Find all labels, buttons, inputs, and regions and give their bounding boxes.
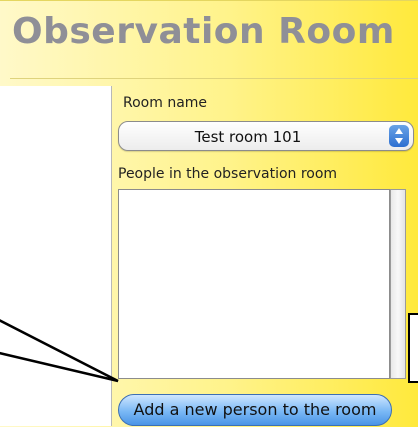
callout-pointer	[0, 319, 119, 383]
